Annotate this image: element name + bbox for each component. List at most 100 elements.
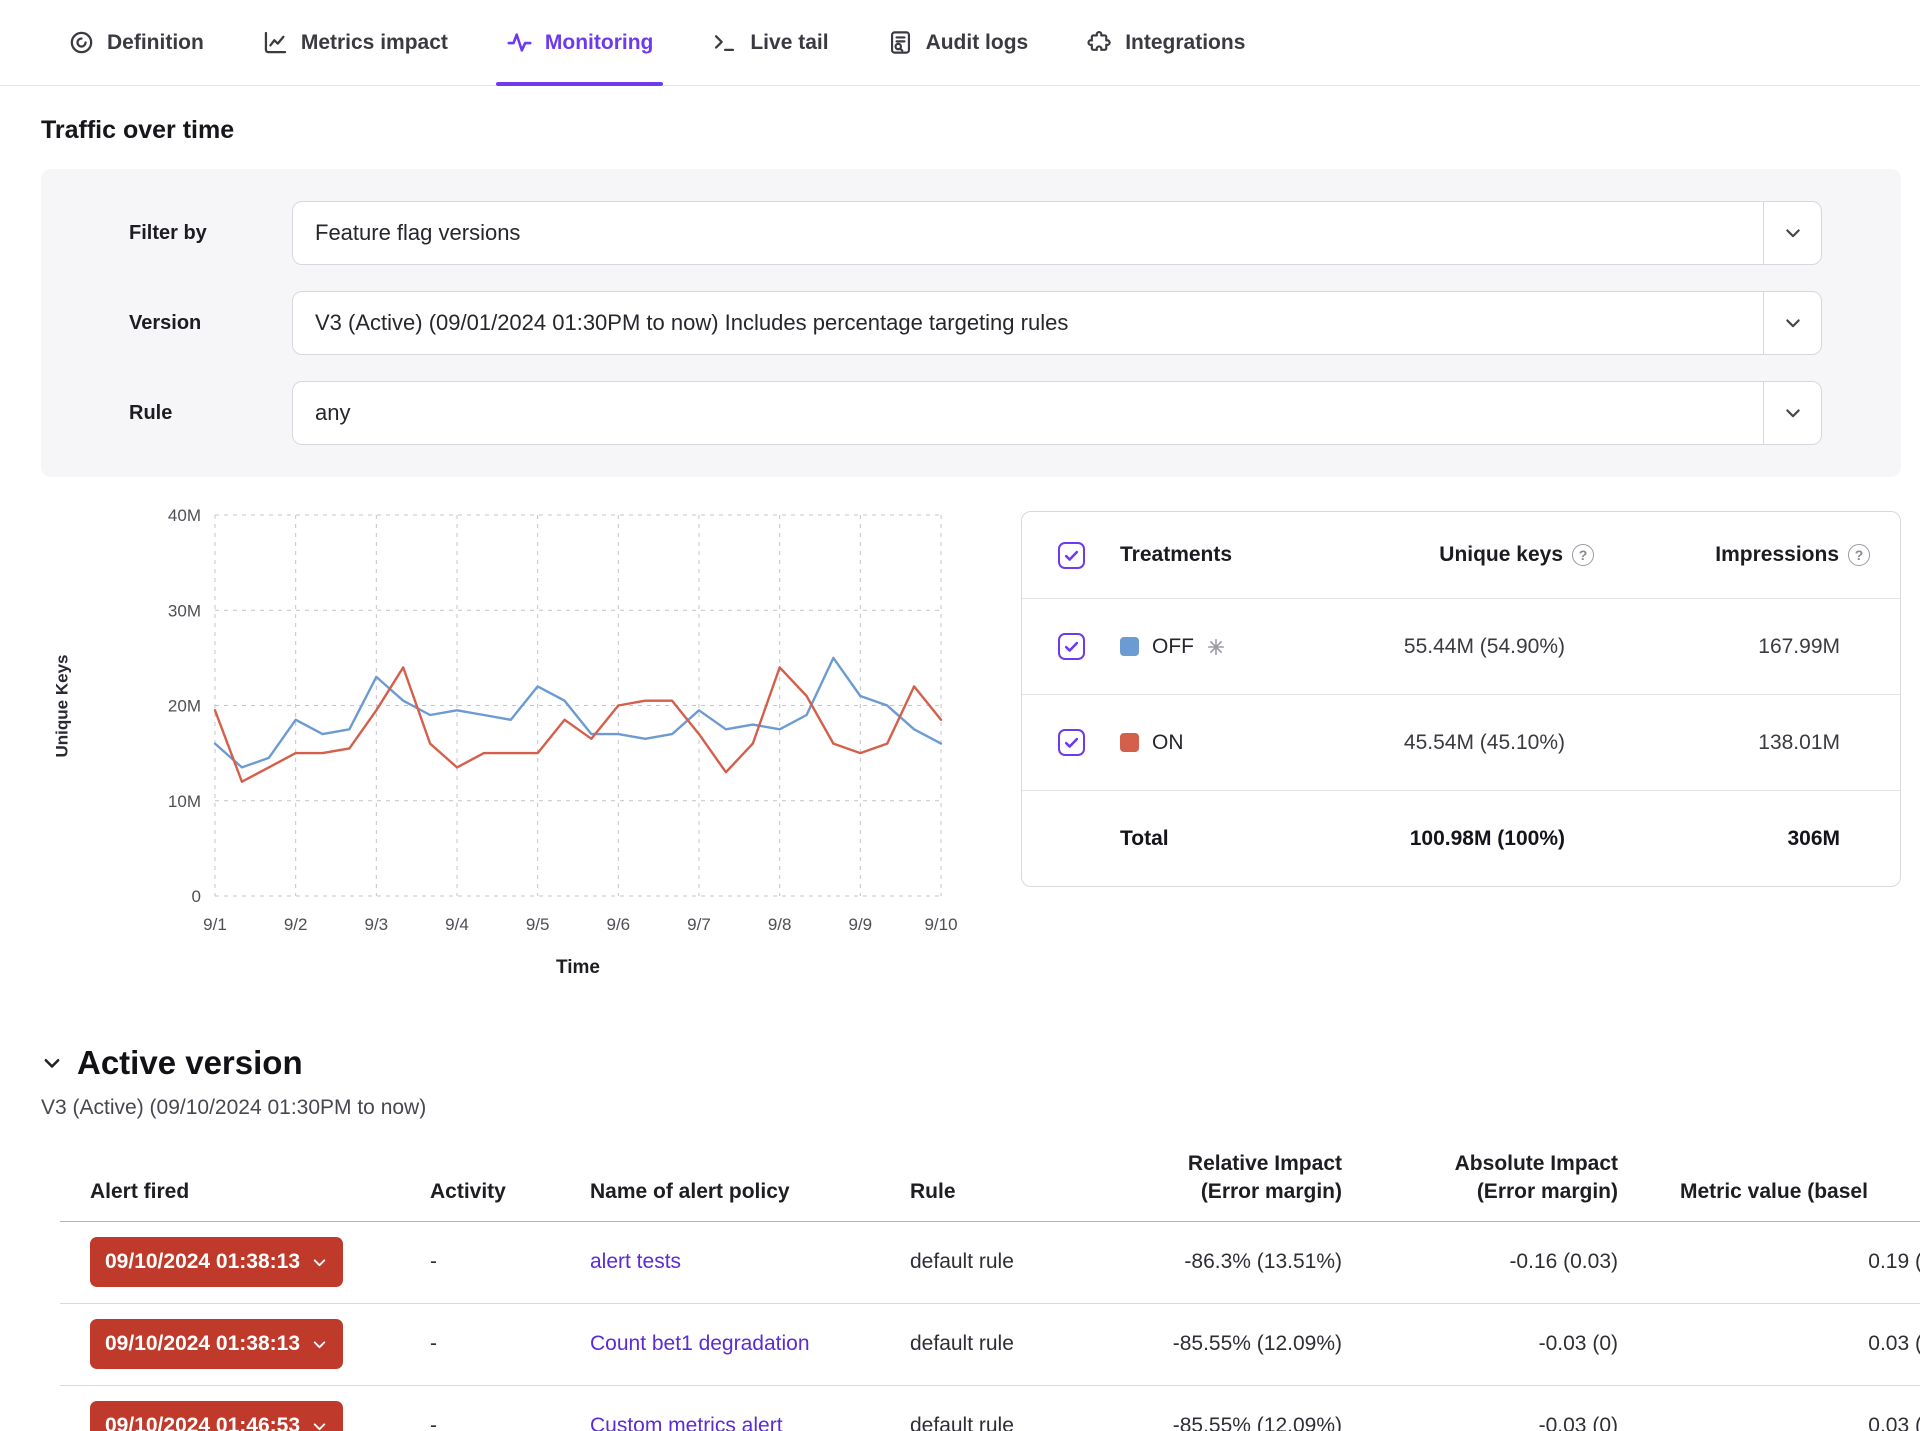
alert-timestamp: 09/10/2024 01:38:13 [105,1250,300,1274]
column-header-alert-fired: Alert fired [60,1178,400,1206]
treatment-checkbox-on[interactable] [1058,729,1085,756]
treatments-header-row: TreatmentsUnique keys?Impressions? [1022,512,1900,598]
unique-keys-value: 55.44M (54.90%) [1320,635,1650,659]
alert-policy-link[interactable]: alert tests [590,1250,681,1273]
filter-row-filter-by: Filter byFeature flag versions [129,201,1901,265]
svg-text:9/2: 9/2 [284,915,308,934]
activity-value: - [400,1250,560,1274]
treatment-checkbox-off[interactable] [1058,633,1085,660]
alert-timestamp: 09/10/2024 01:38:13 [105,1332,300,1356]
active-version-section: Active version V3 (Active) (09/10/2024 0… [41,1044,1920,1431]
alert-policy-link[interactable]: Count bet1 degradation [590,1332,810,1355]
unique-keys-header: Unique keys? [1320,543,1650,567]
column-header-activity: Activity [400,1178,560,1206]
alert-policy-link[interactable]: Custom metrics alert [590,1414,783,1431]
tab-integrations[interactable]: Integrations [1070,0,1261,85]
audit-logs-icon [887,29,914,56]
tab-monitoring[interactable]: Monitoring [490,0,669,85]
y-axis-label: Unique Keys [41,503,83,908]
help-icon[interactable]: ? [1572,544,1594,566]
alert-fired-badge[interactable]: 09/10/2024 01:38:13 [90,1319,343,1369]
filter-by-dropdown[interactable]: Feature flag versions [292,201,1822,265]
version-dropdown[interactable]: V3 (Active) (09/01/2024 01:30PM to now) … [292,291,1822,355]
tab-metrics-impact[interactable]: Metrics impact [246,0,464,85]
filter-row-rule: Ruleany [129,381,1901,445]
column-header-absolute-impact: Absolute Impact(Error margin) [1350,1150,1650,1207]
absolute-impact-value: -0.03 (0) [1350,1332,1650,1356]
active-version-title: Active version [77,1044,303,1082]
filter-panel: Filter byFeature flag versions VersionV3 … [41,169,1901,477]
collapse-chevron-icon[interactable] [41,1052,63,1074]
series-off [215,658,941,768]
treatments-total-row: Total100.98M (100%)306M [1022,790,1900,886]
treatment-row-on: ON45.54M (45.10%)138.01M [1022,694,1900,790]
svg-text:9/3: 9/3 [365,915,389,934]
svg-text:9/8: 9/8 [768,915,792,934]
column-header-name-of-alert-policy: Name of alert policy [560,1178,880,1206]
traffic-chart-section: 9/19/29/39/49/59/69/79/89/99/10010M20M30… [0,503,1920,1008]
column-header-rule: Rule [880,1178,1120,1206]
alert-fired-badge[interactable]: 09/10/2024 01:38:13 [90,1237,343,1287]
svg-text:9/1: 9/1 [203,915,227,934]
treatment-row-off: OFF 55.44M (54.90%)167.99M [1022,598,1900,694]
svg-text:9/7: 9/7 [687,915,711,934]
activity-value: - [400,1414,560,1431]
y-axis-label-text: Unique Keys [52,654,72,757]
active-version-header: Active version [41,1044,1920,1082]
svg-text:9/4: 9/4 [445,915,469,934]
svg-text:9/10: 9/10 [924,915,957,934]
definition-icon [68,29,95,56]
tab-label: Metrics impact [301,31,448,55]
alerts-table: Alert firedActivityName of alert policyR… [60,1150,1920,1431]
filter-label: Version [129,312,292,335]
alerts-table-grid: Alert firedActivityName of alert policyR… [60,1150,1920,1431]
tab-definition[interactable]: Definition [52,0,220,85]
filter-label: Rule [129,402,292,425]
impressions-value: 167.99M [1650,635,1900,659]
impressions-header: Impressions? [1650,543,1900,567]
tab-label: Integrations [1125,31,1245,55]
relative-impact-value: -85.55% (12.09%) [1120,1332,1350,1356]
alert-row: 09/10/2024 01:38:13 - alert tests default r… [60,1222,1920,1304]
tab-live-tail[interactable]: Live tail [695,0,844,85]
series-color-swatch [1120,733,1139,752]
integrations-icon [1086,29,1113,56]
svg-text:9/9: 9/9 [849,915,873,934]
chevron-down-icon [1763,292,1821,354]
check-icon [1063,638,1080,655]
rule-value: default rule [880,1250,1120,1274]
treatment-name: OFF [1152,635,1194,659]
tab-label: Live tail [750,31,828,55]
check-icon [1063,547,1080,564]
column-header-metric-value-basel: Metric value (basel [1650,1178,1920,1206]
select-all-checkbox[interactable] [1058,542,1085,569]
alert-fired-badge[interactable]: 09/10/2024 01:46:53 [90,1401,343,1431]
tab-audit-logs[interactable]: Audit logs [871,0,1045,85]
treatments-header-label: Treatments [1120,543,1320,567]
treatments-panel: TreatmentsUnique keys?Impressions? OFF 55.… [1021,511,1901,887]
alert-row: 09/10/2024 01:46:53 - Custom metrics alert… [60,1386,1920,1431]
svg-text:40M: 40M [168,506,201,525]
tab-label: Definition [107,31,204,55]
metrics-impact-icon [262,29,289,56]
absolute-impact-value: -0.03 (0) [1350,1414,1650,1431]
dropdown-value: Feature flag versions [293,202,1763,264]
rule-dropdown[interactable]: any [292,381,1822,445]
filter-row-version: VersionV3 (Active) (09/01/2024 01:30PM t… [129,291,1901,355]
svg-text:20M: 20M [168,697,201,716]
absolute-impact-value: -0.16 (0.03) [1350,1250,1650,1274]
metric-value: 0.03 ( [1650,1414,1920,1431]
alert-timestamp: 09/10/2024 01:46:53 [105,1414,300,1431]
traffic-over-time-chart: 9/19/29/39/49/59/69/79/89/99/10010M20M30… [41,503,981,1013]
chevron-down-icon [311,1254,328,1271]
feature-flag-monitoring-page: Definition Metrics impact Monitoring Live t… [0,0,1920,1431]
check-icon [1063,734,1080,751]
monitoring-icon [506,29,533,56]
relative-impact-value: -85.55% (12.09%) [1120,1414,1350,1431]
tab-label: Monitoring [545,31,653,55]
svg-text:9/5: 9/5 [526,915,550,934]
tab-label: Audit logs [926,31,1029,55]
help-icon[interactable]: ? [1848,544,1870,566]
svg-text:30M: 30M [168,601,201,620]
filter-label: Filter by [129,222,292,245]
